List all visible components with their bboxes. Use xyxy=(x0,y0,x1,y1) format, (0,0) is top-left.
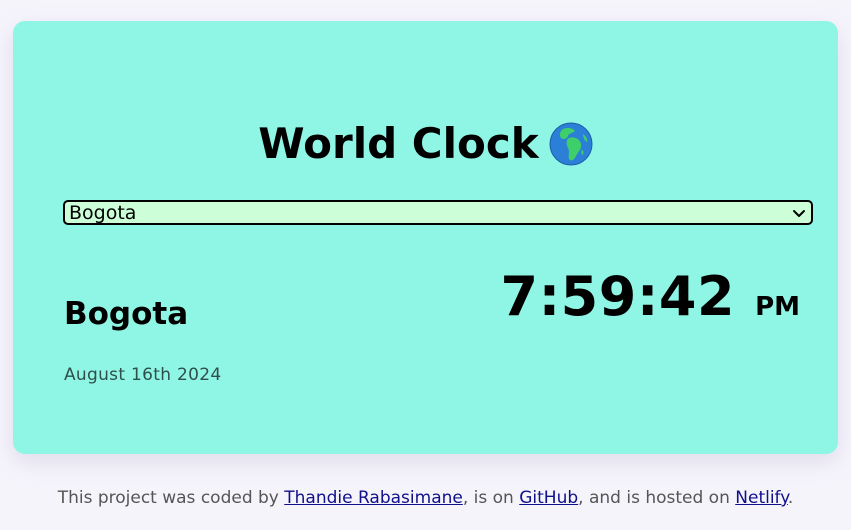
city-select[interactable]: Bogota xyxy=(63,200,813,225)
footer-text: . xyxy=(787,488,794,508)
globe-earth-africa-icon xyxy=(549,122,593,166)
chevron-down-icon xyxy=(793,209,805,217)
city-time: 7:59:42 PM xyxy=(501,265,801,328)
footer: This project was coded by Thandie Rabasi… xyxy=(0,488,851,508)
time-value: 7:59:42 xyxy=(500,265,736,328)
page-title: World Clock xyxy=(13,117,838,171)
page-title-text: World Clock xyxy=(258,119,539,168)
author-link[interactable]: Thandie Rabasimane xyxy=(284,488,463,508)
city-select-value: Bogota xyxy=(69,201,137,224)
city-date: August 16th 2024 xyxy=(64,365,222,385)
netlify-link[interactable]: Netlify xyxy=(735,488,788,508)
github-link[interactable]: GitHub xyxy=(519,488,578,508)
footer-text: This project was coded by xyxy=(57,488,285,508)
footer-text: , is on xyxy=(462,488,520,508)
footer-text: , and is hosted on xyxy=(578,488,736,508)
city-name: Bogota xyxy=(64,296,189,332)
time-ampm: PM xyxy=(755,292,800,322)
world-clock-card: World Clock Bogota Bogota August 16th 20… xyxy=(13,21,838,454)
